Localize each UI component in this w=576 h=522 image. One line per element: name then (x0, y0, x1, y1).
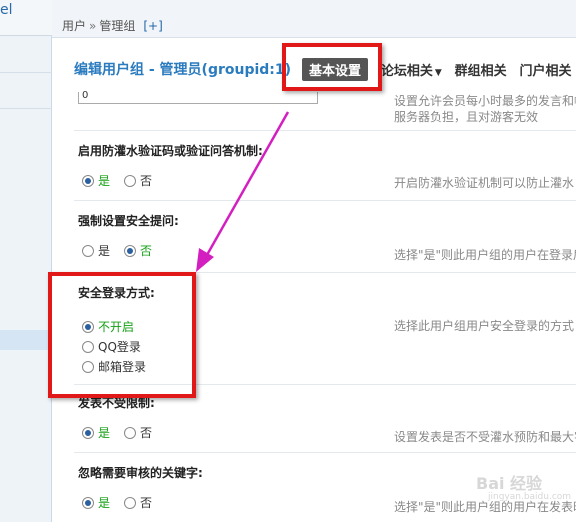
breadcrumb-users[interactable]: 用户 (62, 19, 86, 33)
left-divider (0, 108, 52, 109)
ignore-keywords-no-label: 否 (140, 496, 153, 510)
post-limit-no-radio[interactable] (124, 426, 137, 439)
left-divider (0, 72, 52, 73)
tab-forum[interactable]: 论坛相关 ▼ (381, 60, 442, 79)
captcha-label: 启用防灌水验证码或验证问答机制: (78, 144, 263, 158)
captcha-yes-radio[interactable] (82, 174, 94, 187)
post-limit-hint: 设置发表是否不受灌水预防和最大字 (394, 430, 576, 444)
ignore-keywords-options: 是否 (82, 494, 166, 511)
row-divider (74, 452, 576, 453)
watermark-sub: jingyan.baidu.com (488, 492, 572, 502)
captcha-hint: 开启防灌水验证机制可以防止灌水 (394, 176, 575, 190)
security-question-no-radio[interactable] (124, 244, 137, 257)
post-limit-yes-radio[interactable] (82, 426, 94, 439)
row-divider (74, 200, 576, 201)
post-limit-options: 是否 (82, 424, 166, 441)
security-question-no-label: 否 (140, 244, 153, 258)
tab-forum-label: 论坛相关 (380, 64, 433, 79)
left-sidebar-item-selected[interactable] (0, 330, 52, 350)
chevron-down-icon: ▼ (434, 68, 442, 78)
ignore-keywords-yes-radio[interactable] (82, 496, 94, 509)
highlight-secure-login (48, 272, 196, 398)
breadcrumb: 用户» 管理组 [+] (52, 0, 576, 38)
ignore-keywords-yes-label: 是 (98, 496, 111, 510)
post-limit-no-label: 否 (140, 426, 153, 440)
highlight-basic-settings-tab (282, 43, 382, 91)
left-sidebar-header: el (0, 0, 52, 36)
captcha-yes-label: 是 (98, 174, 111, 188)
tab-portal[interactable]: 门户相关 (519, 60, 571, 79)
page-root: el 用户» 管理组 [+] 编辑用户组 - 管理员(groupid:1) 基本设置… (0, 0, 576, 522)
security-question-hint: 选择"是"则此用户组的用户在登录后 (394, 248, 576, 262)
security-question-yes-radio[interactable] (82, 244, 94, 257)
captcha-no-radio[interactable] (124, 174, 137, 187)
left-sidebar-text: el (0, 2, 13, 18)
post-limit-input[interactable]: 0 (78, 91, 318, 104)
post-limit-yes-label: 是 (98, 426, 111, 440)
add-group-link[interactable]: [+] (143, 19, 162, 33)
security-question-yes-label: 是 (98, 244, 111, 258)
left-sidebar: el (0, 0, 52, 522)
ignore-keywords-label: 忽略需要审核的关键字: (78, 466, 203, 480)
captcha-options: 是否 (82, 172, 166, 189)
captcha-no-label: 否 (140, 174, 153, 188)
breadcrumb-separator: » (89, 19, 97, 33)
page-title: 编辑用户组 - 管理员(groupid:1) (74, 62, 292, 78)
prev-hint-line2: 服务器负担，且对游客无效 (394, 110, 539, 124)
security-question-label: 强制设置安全提问: (78, 214, 179, 228)
prev-hint-line1: 设置允许会员每小时最多的发言和帖子数，可以减少 (394, 94, 576, 108)
security-question-options: 是否 (82, 242, 166, 259)
row-divider (74, 130, 576, 131)
watermark: Bai 经验 (476, 474, 543, 493)
secure-login-hint: 选择此用户组用户安全登录的方式 (394, 319, 575, 333)
ignore-keywords-no-radio[interactable] (124, 496, 137, 509)
breadcrumb-admin-groups[interactable]: 管理组 (99, 19, 135, 33)
tab-group[interactable]: 群组相关 (455, 60, 507, 79)
